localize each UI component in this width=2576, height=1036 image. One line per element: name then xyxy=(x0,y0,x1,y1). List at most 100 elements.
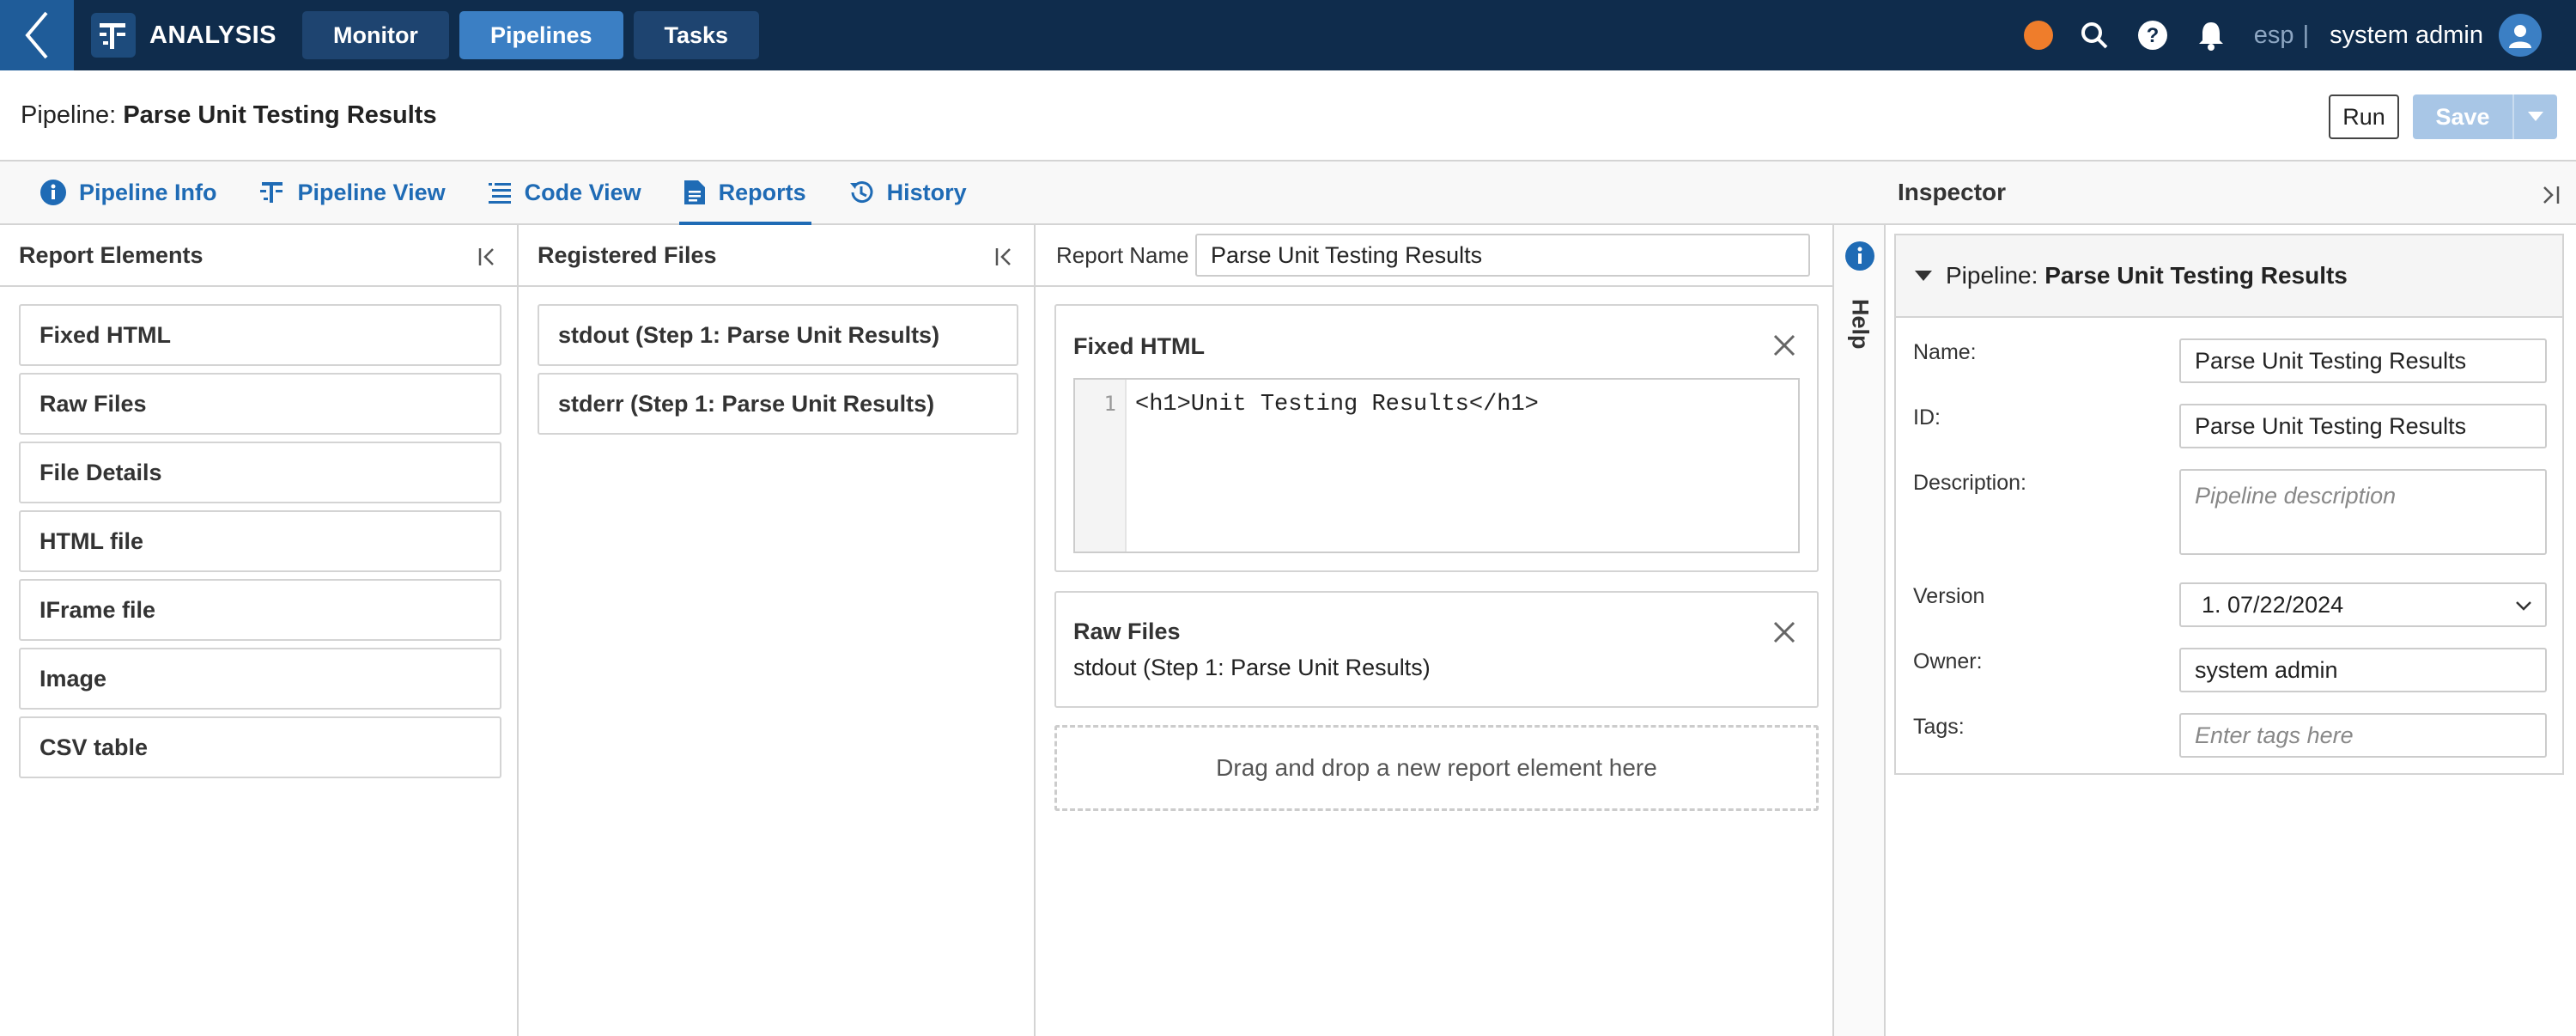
collapse-left-icon[interactable] xyxy=(476,244,501,270)
page-title: Pipeline: Parse Unit Testing Results xyxy=(21,101,437,130)
id-label: ID: xyxy=(1913,405,1941,430)
id-field[interactable]: Parse Unit Testing Results xyxy=(2179,404,2547,448)
search-icon[interactable] xyxy=(2077,18,2111,52)
bell-icon[interactable] xyxy=(2194,18,2228,52)
report-elements-panel: Report Elements Fixed HTML Raw Files Fil… xyxy=(0,225,519,1036)
help-label[interactable]: Help xyxy=(1841,299,1879,368)
description-label: Description: xyxy=(1913,471,2026,495)
pipeline-logo-icon xyxy=(91,13,136,58)
nav-pipelines[interactable]: Pipelines xyxy=(459,11,623,59)
properties-section-header[interactable]: Pipeline: Parse Unit Testing Results xyxy=(1896,235,2562,318)
name-label: Name: xyxy=(1913,340,1977,364)
list-item[interactable]: stdout (Step 1: Parse Unit Results) xyxy=(538,304,1018,366)
chevron-left-icon xyxy=(25,11,48,59)
section-name: Parse Unit Testing Results xyxy=(2044,262,2348,289)
list-item[interactable]: Raw Files xyxy=(19,373,501,435)
code-editor[interactable]: 1 <h1>Unit Testing Results</h1> xyxy=(1073,378,1800,553)
nav-tasks[interactable]: Tasks xyxy=(633,11,760,59)
card-title: Raw Files xyxy=(1073,619,1181,644)
save-options-dropdown[interactable] xyxy=(2512,94,2557,139)
nav-monitor[interactable]: Monitor xyxy=(301,11,449,59)
fixed-html-card[interactable]: Fixed HTML 1 <h1>Unit Testing Results</h… xyxy=(1054,304,1819,572)
code-line: <h1>Unit Testing Results</h1> xyxy=(1135,392,1539,417)
page-title-prefix: Pipeline: xyxy=(21,101,117,129)
list-item[interactable]: Fixed HTML xyxy=(19,304,501,366)
top-bar: ANALYSIS Monitor Pipelines Tasks ? esp |… xyxy=(0,0,2576,70)
collapse-left-icon[interactable] xyxy=(993,244,1018,270)
card-title: Fixed HTML xyxy=(1073,333,1205,359)
owner-label: Owner: xyxy=(1913,649,1983,673)
inspector-title: Inspector xyxy=(1898,179,2007,205)
report-name-row: Report Name Parse Unit Testing Results xyxy=(1036,225,1834,287)
tab-code-view[interactable]: Code View xyxy=(487,161,641,224)
tags-label: Tags: xyxy=(1913,715,1965,739)
panel-title: Report Elements xyxy=(19,241,204,268)
info-icon[interactable] xyxy=(1844,241,1875,271)
report-builder: Report Name Parse Unit Testing Results F… xyxy=(1036,225,1834,1036)
tab-label: Reports xyxy=(718,179,806,205)
pipeline-properties: Pipeline: Parse Unit Testing Results Nam… xyxy=(1894,234,2564,775)
pipeline-header: Pipeline: Parse Unit Testing Results Run… xyxy=(0,70,2576,161)
tags-input[interactable]: Enter tags here xyxy=(2179,713,2547,758)
report-name-label: Report Name xyxy=(1056,241,1189,268)
save-button-group: Save xyxy=(2413,94,2557,139)
help-strip[interactable]: Help xyxy=(1834,225,1886,1036)
main-nav: Monitor Pipelines Tasks xyxy=(301,11,760,59)
list-item[interactable]: IFrame file xyxy=(19,579,501,641)
name-field[interactable]: Parse Unit Testing Results xyxy=(2179,338,2547,383)
save-button[interactable]: Save xyxy=(2413,94,2512,139)
brand[interactable]: ANALYSIS xyxy=(91,13,276,58)
top-right-controls: ? esp | system admin xyxy=(2023,14,2542,57)
description-field[interactable]: Pipeline description xyxy=(2179,469,2547,555)
tab-pipeline-info[interactable]: Pipeline Info xyxy=(39,161,217,224)
caret-down-icon xyxy=(2528,112,2543,121)
drop-zone[interactable]: Drag and drop a new report element here xyxy=(1054,725,1819,811)
list-item[interactable]: CSV table xyxy=(19,716,501,778)
run-button[interactable]: Run xyxy=(2329,94,2399,139)
report-name-input[interactable]: Parse Unit Testing Results xyxy=(1195,234,1810,277)
inspector-header: Inspector xyxy=(1886,161,2576,225)
back-button[interactable] xyxy=(0,0,74,70)
raw-files-card[interactable]: Raw Files stdout (Step 1: Parse Unit Res… xyxy=(1054,591,1819,708)
history-icon xyxy=(849,181,873,204)
tab-reports[interactable]: Reports xyxy=(678,161,811,226)
tab-label: History xyxy=(886,179,967,205)
version-select[interactable]: 1. 07/22/2024 xyxy=(2179,582,2547,627)
tab-label: Pipeline Info xyxy=(79,179,217,205)
section-prefix: Pipeline: xyxy=(1946,262,2038,289)
registered-files-header: Registered Files xyxy=(519,225,1034,287)
owner-field[interactable]: system admin xyxy=(2179,648,2547,692)
document-icon xyxy=(683,180,705,204)
tab-label: Code View xyxy=(524,179,641,205)
registered-files-panel: Registered Files stdout (Step 1: Parse U… xyxy=(519,225,1036,1036)
user-avatar-icon[interactable] xyxy=(2499,14,2542,57)
chevron-down-icon xyxy=(2516,601,2531,611)
pipeline-view-icon xyxy=(259,182,283,203)
status-indicator[interactable] xyxy=(2023,21,2053,50)
list-item[interactable]: File Details xyxy=(19,442,501,503)
tab-history[interactable]: History xyxy=(848,161,967,224)
code-view-icon xyxy=(488,183,511,204)
registered-file-list: stdout (Step 1: Parse Unit Results) stde… xyxy=(538,304,1018,442)
tab-pipeline-view[interactable]: Pipeline View xyxy=(258,161,446,224)
close-icon[interactable] xyxy=(1771,332,1798,359)
raw-file-name: stdout (Step 1: Parse Unit Results) xyxy=(1073,655,1431,680)
version-value: 1. 07/22/2024 xyxy=(2202,591,2344,618)
list-item[interactable]: stderr (Step 1: Parse Unit Results) xyxy=(538,373,1018,435)
separator: | xyxy=(2302,21,2310,49)
triangle-down-icon xyxy=(1915,271,1932,281)
collapse-right-icon[interactable] xyxy=(2537,182,2562,208)
user-name[interactable]: system admin xyxy=(2330,21,2483,50)
tab-label: Pipeline View xyxy=(297,179,446,205)
line-number: 1 xyxy=(1075,380,1127,552)
language-selector[interactable]: esp xyxy=(2254,21,2294,50)
list-item[interactable]: HTML file xyxy=(19,510,501,572)
info-icon xyxy=(40,180,66,205)
close-icon[interactable] xyxy=(1771,619,1798,646)
list-item[interactable]: Image xyxy=(19,648,501,710)
report-elements-header: Report Elements xyxy=(0,225,517,287)
panel-title: Registered Files xyxy=(538,241,717,268)
help-icon[interactable]: ? xyxy=(2136,18,2170,52)
report-element-list: Fixed HTML Raw Files File Details HTML f… xyxy=(19,304,501,785)
pipeline-tabs: Pipeline Info Pipeline View Code View Re… xyxy=(0,161,1886,226)
